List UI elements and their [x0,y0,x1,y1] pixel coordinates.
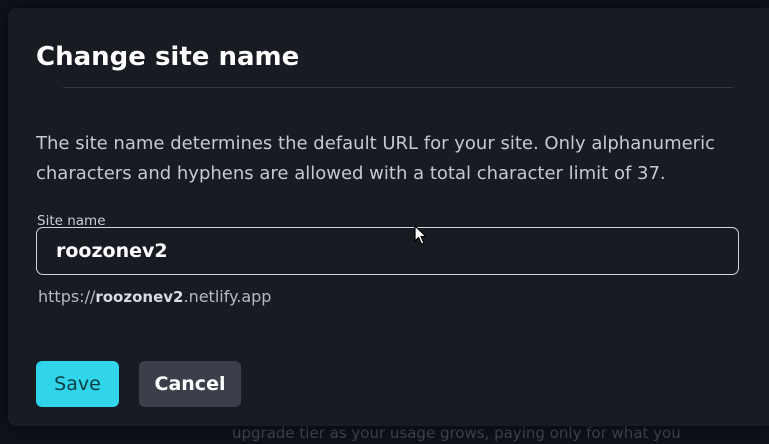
mouse-cursor-icon [414,225,427,245]
save-button[interactable]: Save [36,361,119,407]
site-name-input[interactable]: roozonev2 [36,227,739,275]
site-url-preview: https://roozonev2.netlify.app [38,287,271,306]
change-site-name-dialog: Change site name The site name determine… [8,8,769,426]
url-prefix: https:// [38,287,96,306]
title-divider [63,87,733,88]
background-text: upgrade tier as your usage grows, paying… [232,424,681,442]
url-suffix: .netlify.app [183,287,272,306]
url-site-name: roozonev2 [95,288,184,306]
cancel-button[interactable]: Cancel [139,361,241,407]
dialog-title: Change site name [36,42,300,72]
site-name-input-value[interactable]: roozonev2 [56,240,168,262]
dialog-description: The site name determines the default URL… [36,133,715,184]
